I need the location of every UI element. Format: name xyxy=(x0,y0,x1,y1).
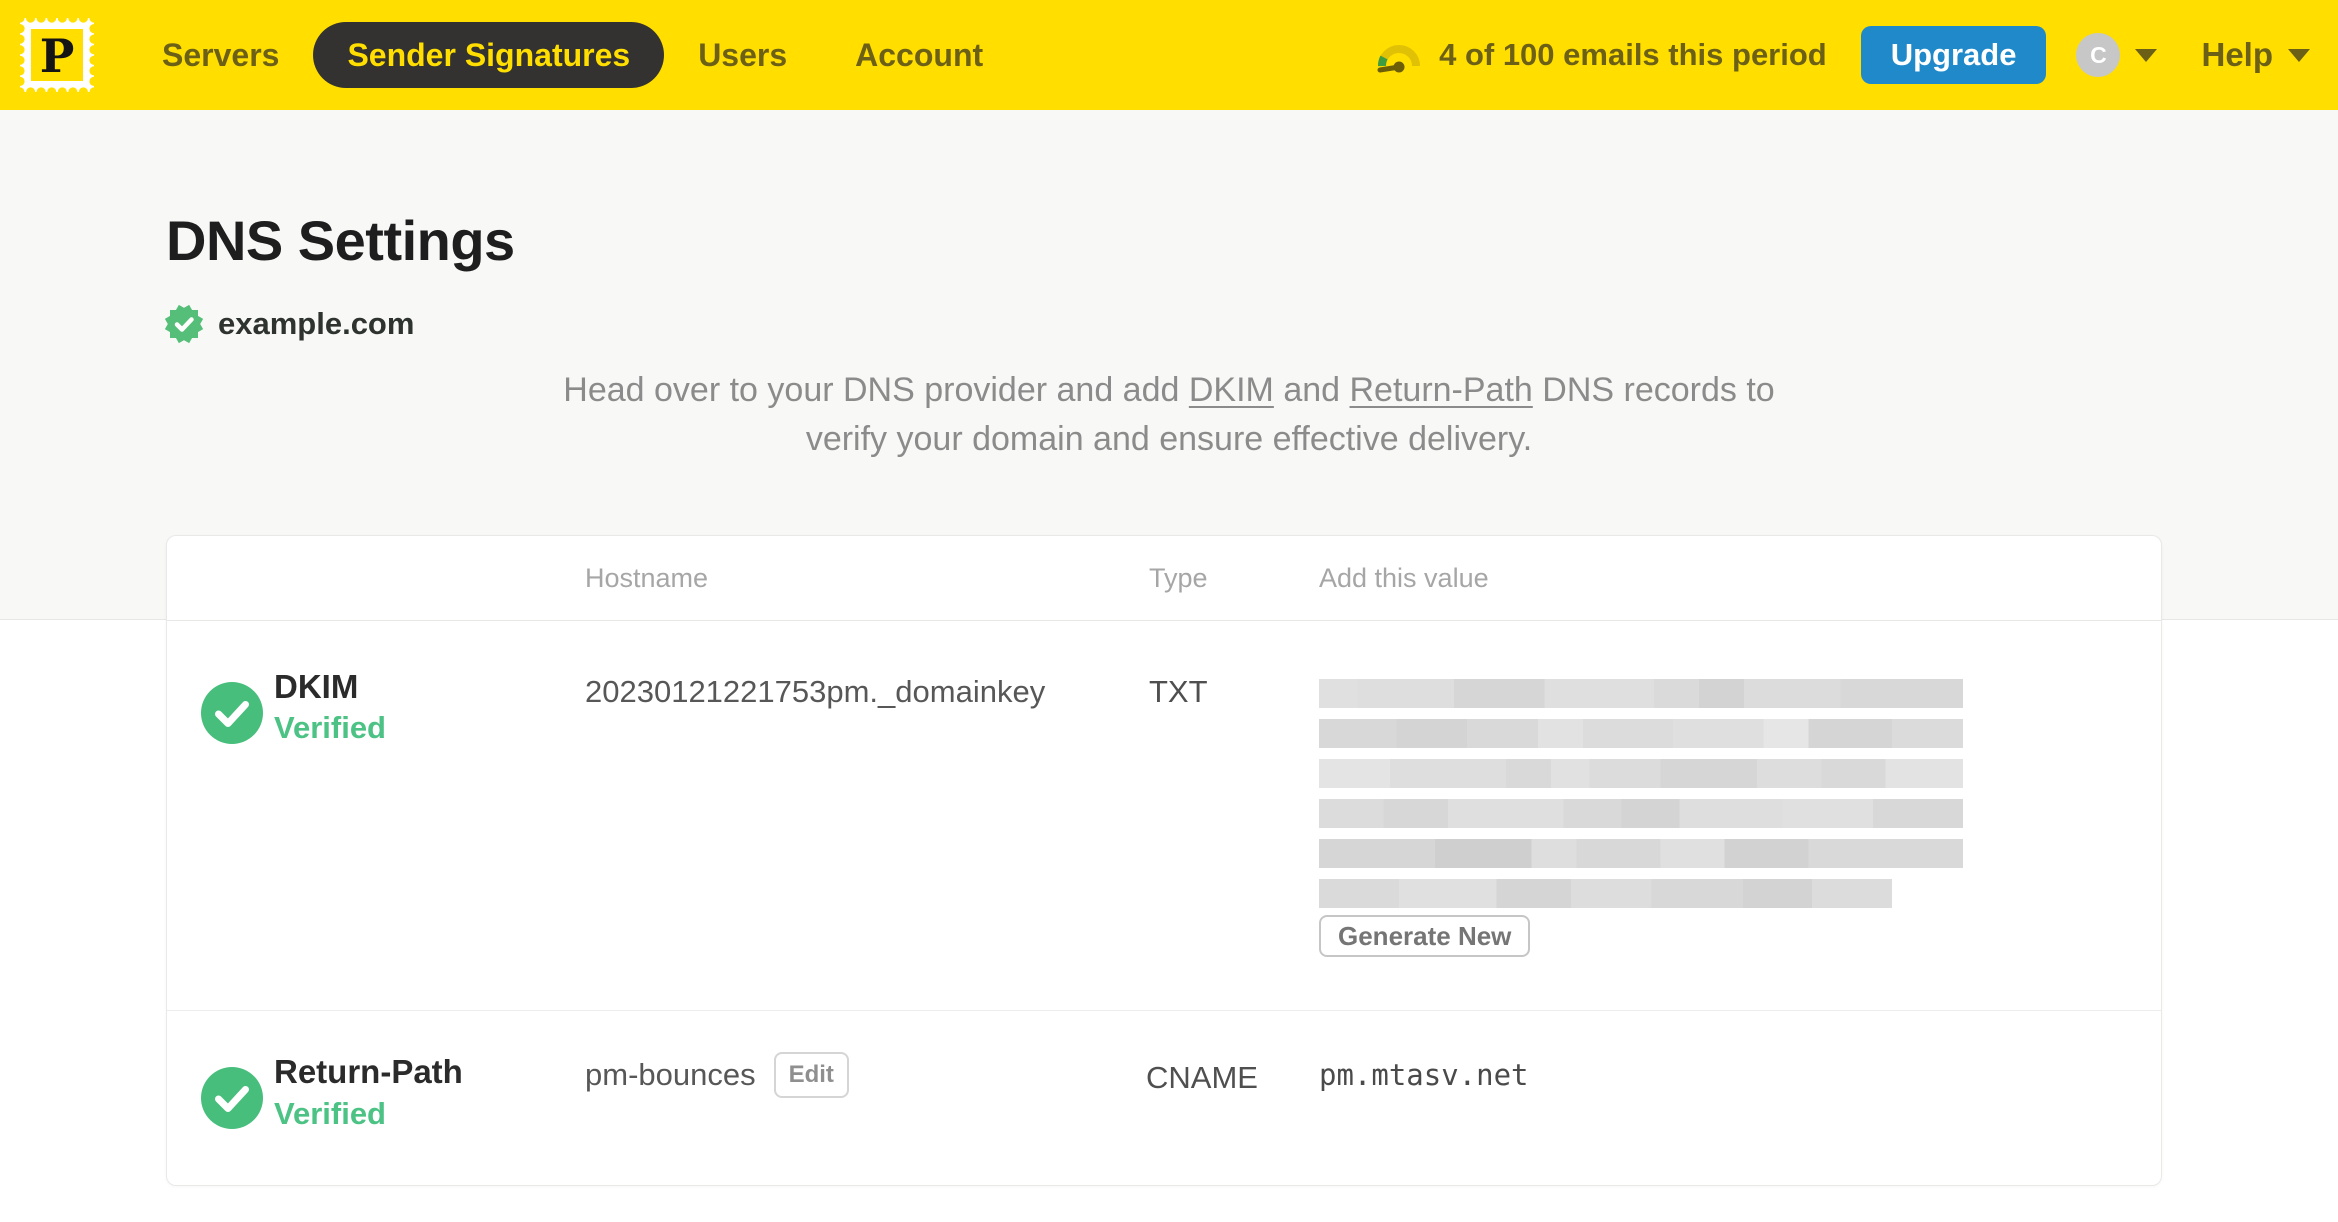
chevron-down-icon xyxy=(2135,48,2158,62)
nav-item-servers[interactable]: Servers xyxy=(128,22,313,88)
record-name: Return-Path xyxy=(274,1053,463,1090)
return-path-link[interactable]: Return-Path xyxy=(1350,371,1533,409)
column-header-type: Type xyxy=(1149,563,1208,593)
help-label: Help xyxy=(2201,36,2273,73)
record-type: CNAME xyxy=(1146,1060,1258,1095)
usage-meter: 4 of 100 emails this period xyxy=(1373,35,1827,75)
dns-records-card: Hostname Type Add this value DKIM Verifi… xyxy=(166,535,2162,1186)
verified-check-icon xyxy=(201,1067,263,1129)
redacted-value-line xyxy=(1319,799,1963,828)
intro-seg-2: and xyxy=(1273,371,1350,409)
column-header-hostname: Hostname xyxy=(585,563,709,593)
account-menu[interactable]: C xyxy=(2076,33,2158,77)
redacted-value-line xyxy=(1319,839,1963,868)
intro-seg-1: Head over to your DNS provider and add xyxy=(563,371,1189,409)
nav-right-group: 4 of 100 emails this period Upgrade C He… xyxy=(1373,26,2316,84)
top-nav: P Servers Sender Signatures Users Accoun… xyxy=(0,0,2338,110)
status-badge: Verified xyxy=(274,1096,386,1131)
status-badge: Verified xyxy=(274,710,386,745)
dns-settings-page: P Servers Sender Signatures Users Accoun… xyxy=(0,0,2338,1222)
logo-letter: P xyxy=(40,29,75,83)
edit-button[interactable]: Edit xyxy=(773,1052,849,1098)
verified-seal-icon xyxy=(164,304,204,344)
record-hostname: pm-bounces xyxy=(585,1057,756,1092)
verified-check-icon xyxy=(201,682,263,744)
nav-item-sender-signatures[interactable]: Sender Signatures xyxy=(313,22,665,88)
verified-domain: example.com xyxy=(164,304,414,344)
avatar[interactable]: C xyxy=(2076,33,2121,77)
gauge-icon xyxy=(1377,45,1421,73)
record-value: pm.mtasv.net xyxy=(1319,1058,1529,1092)
redacted-dns-value xyxy=(1319,679,1963,919)
record-hostname-group: pm-bounces Edit xyxy=(585,1050,849,1100)
domain-name: example.com xyxy=(218,306,415,341)
page-title: DNS Settings xyxy=(166,209,515,272)
nav-item-account[interactable]: Account xyxy=(821,22,1017,88)
redacted-value-line xyxy=(1319,719,1963,748)
help-menu[interactable]: Help xyxy=(2201,36,2310,74)
usage-text: 4 of 100 emails this period xyxy=(1439,37,1827,72)
redacted-value-line xyxy=(1319,679,1963,708)
dkim-link[interactable]: DKIM xyxy=(1189,371,1274,409)
column-header-value: Add this value xyxy=(1319,563,1489,593)
row-divider xyxy=(167,1010,2161,1011)
chevron-down-icon xyxy=(2288,48,2310,62)
table-header-row: Hostname Type Add this value xyxy=(167,536,2161,621)
redacted-value-line xyxy=(1319,879,1892,908)
upgrade-button[interactable]: Upgrade xyxy=(1860,26,2047,84)
record-type: TXT xyxy=(1149,674,1208,709)
record-hostname: 20230121221753pm._domainkey xyxy=(585,674,1046,709)
generate-new-button[interactable]: Generate New xyxy=(1319,915,1531,957)
redacted-value-line xyxy=(1319,759,1963,788)
postmark-logo-icon[interactable]: P xyxy=(14,12,100,98)
primary-nav: Servers Sender Signatures Users Account xyxy=(128,22,1017,88)
intro-text: Head over to your DNS provider and add D… xyxy=(539,366,1799,464)
nav-item-users[interactable]: Users xyxy=(664,22,821,88)
record-name: DKIM xyxy=(274,668,359,705)
